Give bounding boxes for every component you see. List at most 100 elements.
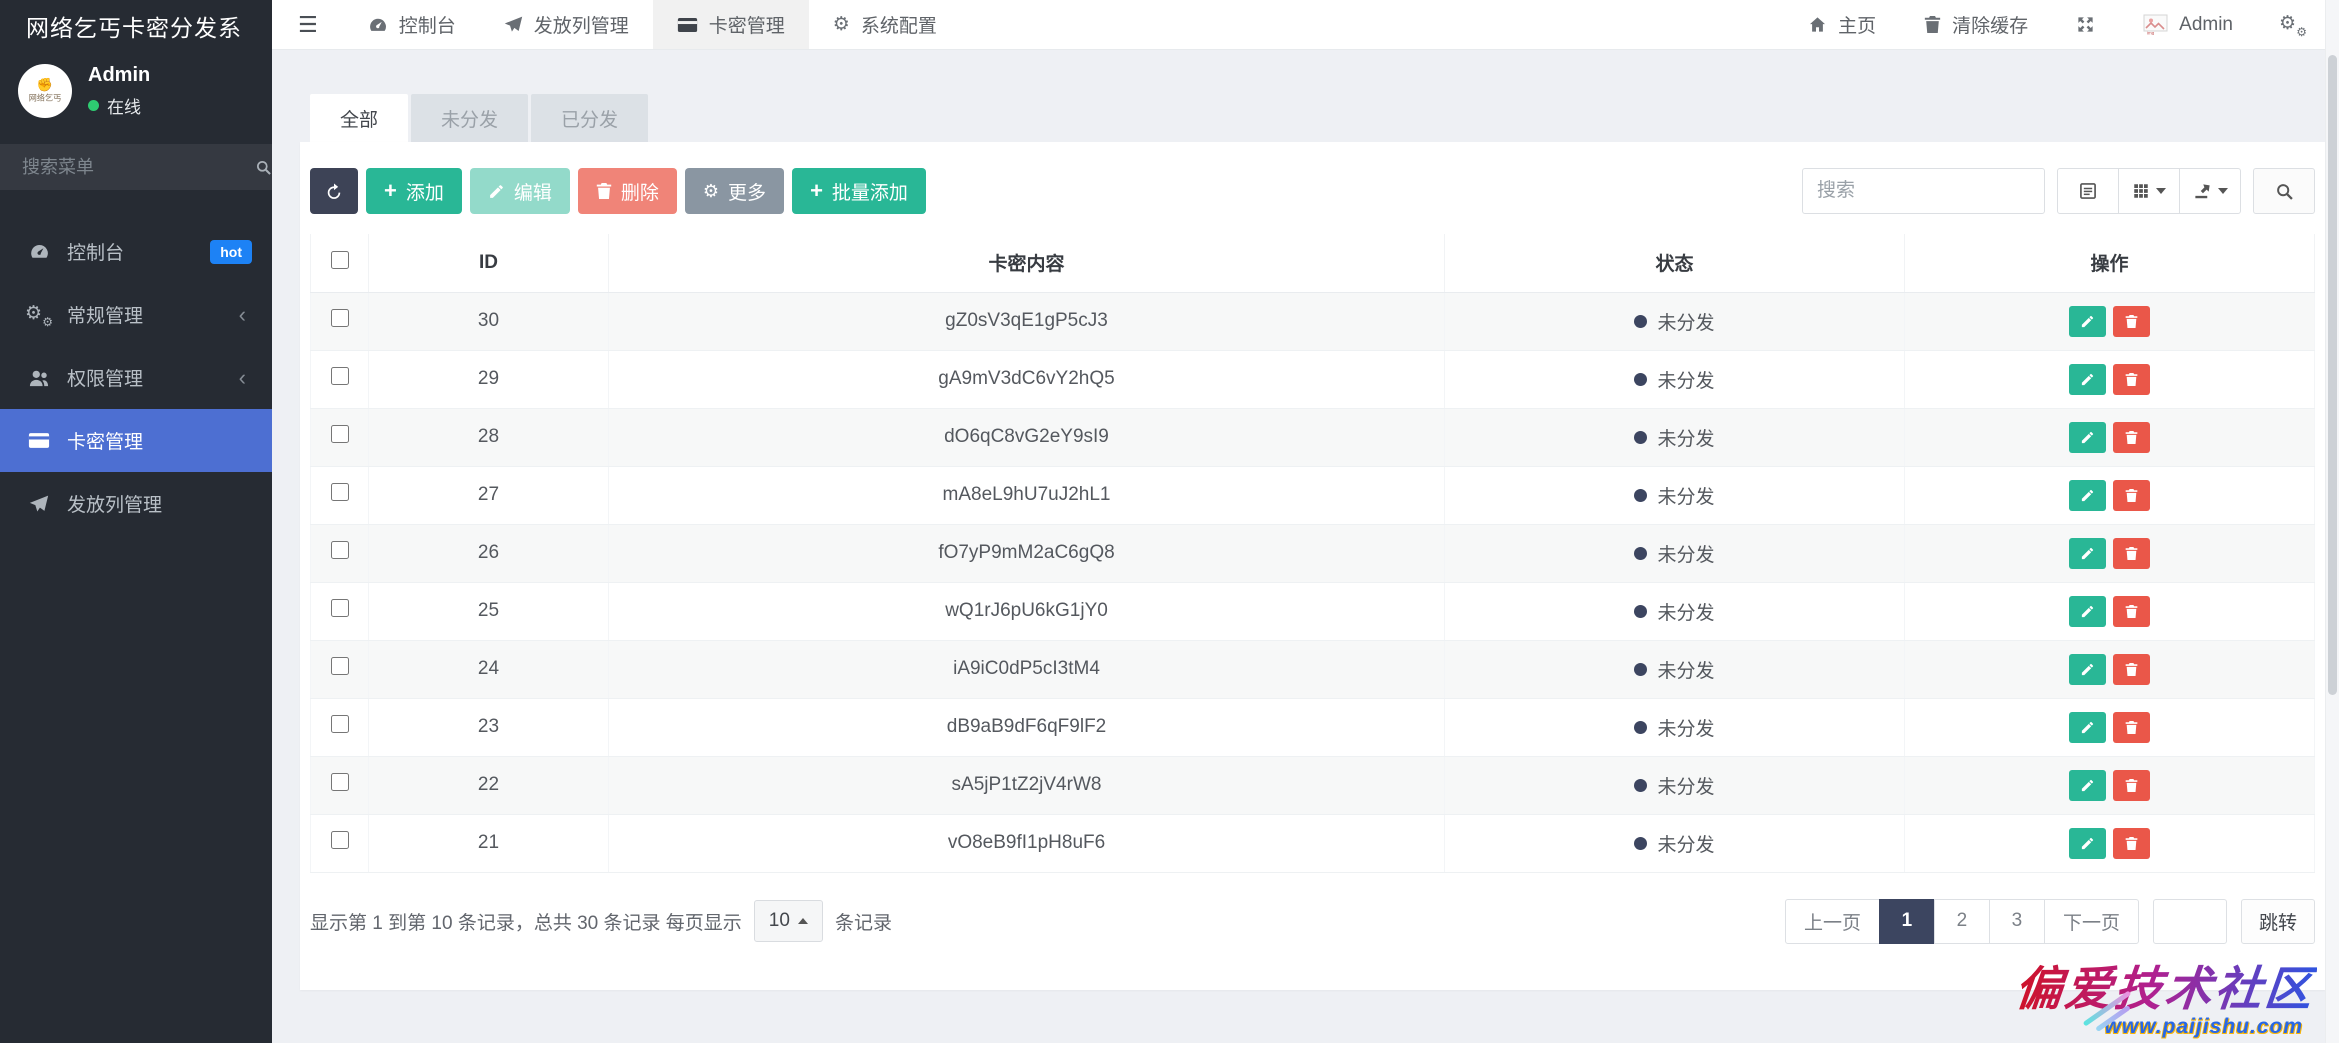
row-delete-button[interactable] — [2113, 828, 2150, 859]
row-edit-button[interactable] — [2069, 538, 2106, 569]
row-edit-button[interactable] — [2069, 364, 2106, 395]
table-row: 24 iA9iC0dP5cI3tM4 未分发 — [311, 640, 2315, 698]
user-panel: ✊ 网络乞丐 Admin 在线 — [0, 52, 272, 134]
tab-undistributed[interactable]: 未分发 — [411, 94, 528, 142]
row-checkbox[interactable] — [331, 541, 349, 559]
row-checkbox[interactable] — [331, 657, 349, 675]
topnav-cardkeys[interactable]: 卡密管理 — [653, 0, 809, 49]
row-delete-button[interactable] — [2113, 538, 2150, 569]
row-edit-button[interactable] — [2069, 306, 2106, 337]
row-checkbox[interactable] — [331, 831, 349, 849]
sidebar-item-dashboard[interactable]: 控制台 hot — [0, 220, 272, 283]
sidebar-item-label: 权限管理 — [67, 364, 143, 391]
edit-label: 编辑 — [514, 178, 552, 205]
site-watermark: 偏爱技术社区 www.paijishu.com — [2015, 964, 2315, 1039]
row-checkbox[interactable] — [331, 367, 349, 385]
row-delete-button[interactable] — [2113, 480, 2150, 511]
sidebar-search[interactable] — [0, 144, 272, 190]
page-button-3[interactable]: 3 — [1989, 899, 2045, 944]
row-delete-button[interactable] — [2113, 422, 2150, 453]
table-row: 27 mA8eL9hU7uJ2hL1 未分发 — [311, 466, 2315, 524]
user-menu[interactable]: img Admin — [2119, 0, 2257, 49]
row-checkbox[interactable] — [331, 599, 349, 617]
edit-button[interactable]: 编辑 — [470, 168, 570, 214]
table-search-button[interactable] — [2253, 168, 2315, 214]
refresh-button[interactable] — [310, 168, 358, 214]
sidebar-menu: 控制台 hot ⚙⚙ 常规管理 ‹ 权限管理 ‹ 卡密管理 — [0, 220, 272, 535]
status-badge: 未分发 — [1445, 482, 1904, 509]
status-label: 未分发 — [1657, 308, 1714, 335]
more-label: 更多 — [728, 178, 766, 205]
row-checkbox[interactable] — [331, 715, 349, 733]
settings-gears-button[interactable]: ⚙⚙ — [2257, 0, 2329, 49]
export-dropdown-button[interactable] — [2179, 168, 2241, 214]
cell-code: dO6qC8vG2eY9sI9 — [609, 408, 1445, 466]
row-checkbox[interactable] — [331, 483, 349, 501]
row-delete-button[interactable] — [2113, 712, 2150, 743]
row-delete-button[interactable] — [2113, 364, 2150, 395]
tachometer-icon — [368, 15, 388, 35]
topnav-distribution[interactable]: 发放列管理 — [480, 0, 653, 49]
topnav-dashboard[interactable]: 控制台 — [344, 0, 480, 49]
home-button[interactable]: 主页 — [1784, 0, 1900, 49]
chevron-left-icon: ‹ — [239, 304, 246, 326]
caret-up-icon — [798, 918, 808, 924]
row-checkbox[interactable] — [331, 773, 349, 791]
topnav-label: 发放列管理 — [534, 11, 629, 38]
row-edit-button[interactable] — [2069, 828, 2106, 859]
cell-code: dB9aB9dF6qF9lF2 — [609, 698, 1445, 756]
row-edit-button[interactable] — [2069, 480, 2106, 511]
prev-page-button[interactable]: 上一页 — [1785, 899, 1880, 944]
fullscreen-button[interactable] — [2052, 0, 2119, 49]
row-delete-button[interactable] — [2113, 654, 2150, 685]
row-delete-button[interactable] — [2113, 306, 2150, 337]
hamburger-menu-icon[interactable]: ☰ — [272, 0, 344, 49]
status-label: 未分发 — [1657, 540, 1714, 567]
topnav-settings[interactable]: ⚙ 系统配置 — [809, 0, 961, 49]
jump-button[interactable]: 跳转 — [2241, 899, 2315, 944]
row-edit-button[interactable] — [2069, 770, 2106, 801]
main-content: 全部 未分发 已分发 + 添加 编辑 — [272, 50, 2339, 1043]
row-delete-button[interactable] — [2113, 770, 2150, 801]
scrollbar-thumb[interactable] — [2328, 55, 2337, 695]
row-edit-button[interactable] — [2069, 596, 2106, 627]
row-checkbox[interactable] — [331, 425, 349, 443]
vertical-scrollbar[interactable] — [2325, 0, 2339, 1043]
pencil-icon — [488, 183, 505, 200]
page-button-2[interactable]: 2 — [1934, 899, 1990, 944]
plus-icon: + — [810, 180, 823, 202]
column-header-content: 卡密内容 — [609, 234, 1445, 292]
columns-dropdown-button[interactable] — [2118, 168, 2180, 214]
tab-all[interactable]: 全部 — [310, 94, 408, 142]
sidebar-item-permissions[interactable]: 权限管理 ‹ — [0, 346, 272, 409]
sidebar-item-cardkeys[interactable]: 卡密管理 — [0, 409, 272, 472]
search-icon[interactable] — [254, 158, 273, 177]
row-edit-button[interactable] — [2069, 712, 2106, 743]
next-page-button[interactable]: 下一页 — [2044, 899, 2139, 944]
page-size-select[interactable]: 10 — [754, 900, 823, 942]
select-all-checkbox[interactable] — [331, 251, 349, 269]
clear-cache-button[interactable]: 清除缓存 — [1900, 0, 2052, 49]
status-badge: 未分发 — [1445, 424, 1904, 451]
table-row: 26 fO7yP9mM2aC6gQ8 未分发 — [311, 524, 2315, 582]
sidebar-item-general[interactable]: ⚙⚙ 常规管理 ‹ — [0, 283, 272, 346]
toggle-view-button[interactable] — [2057, 168, 2119, 214]
tab-distributed[interactable]: 已分发 — [531, 94, 648, 142]
row-delete-button[interactable] — [2113, 596, 2150, 627]
sidebar-item-distribution[interactable]: 发放列管理 — [0, 472, 272, 535]
more-button[interactable]: ⚙ 更多 — [685, 168, 784, 214]
delete-button[interactable]: 删除 — [578, 168, 677, 214]
row-edit-button[interactable] — [2069, 654, 2106, 685]
table-search-input[interactable] — [1802, 168, 2045, 214]
row-edit-button[interactable] — [2069, 422, 2106, 453]
jump-page-input[interactable] — [2153, 899, 2227, 944]
table-row: 22 sA5jP1tZ2jV4rW8 未分发 — [311, 756, 2315, 814]
cardkey-table: ID 卡密内容 状态 操作 30 gZ0sV3qE1gP5cJ3 未分发 — [310, 234, 2315, 873]
batch-add-button[interactable]: + 批量添加 — [792, 168, 926, 214]
add-button[interactable]: + 添加 — [366, 168, 462, 214]
table-footer: 显示第 1 到第 10 条记录，总共 30 条记录 每页显示 10 条记录 上一… — [300, 873, 2325, 944]
row-checkbox[interactable] — [331, 309, 349, 327]
page-button-1[interactable]: 1 — [1879, 899, 1935, 944]
grid-columns-icon — [2132, 182, 2150, 200]
sidebar-search-input[interactable] — [22, 157, 254, 178]
